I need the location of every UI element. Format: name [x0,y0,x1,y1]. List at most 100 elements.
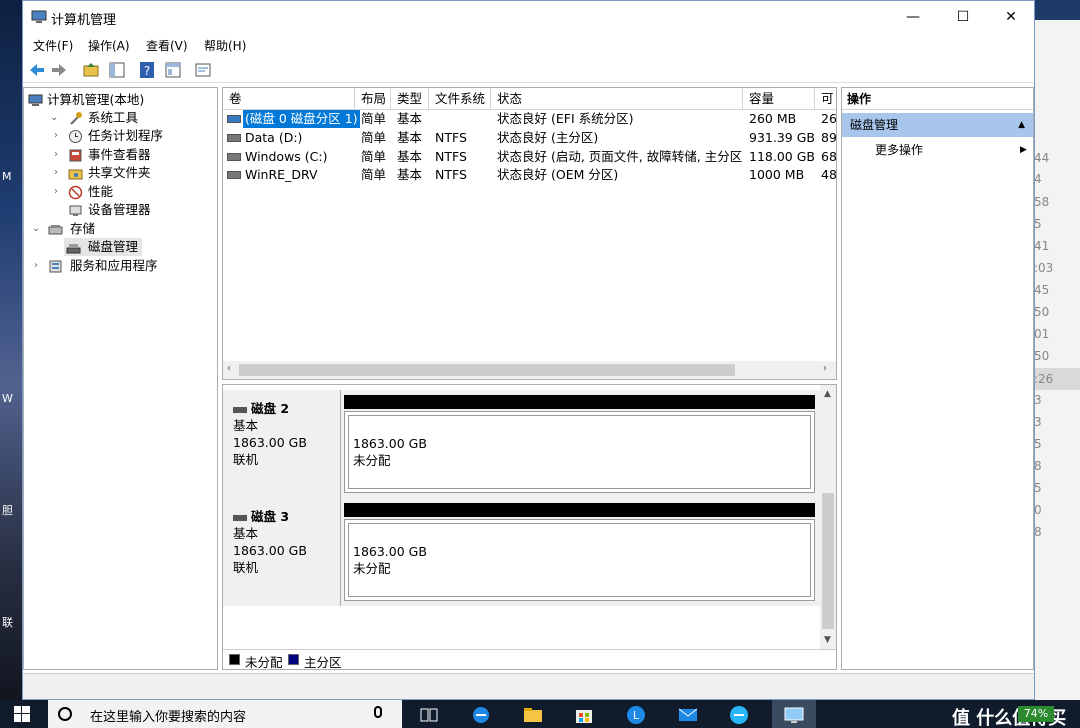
tree-label: 任务计划程序 [88,128,164,143]
menu-action[interactable]: 操作(A) [88,37,130,54]
tree-label: 事件查看器 [88,147,151,162]
tree-label: 性能 [88,184,114,199]
title-bar[interactable]: 计算机管理 — ☐ ✕ [23,1,1034,33]
up-folder-icon[interactable] [81,60,101,80]
scrollbar-thumb[interactable] [822,493,834,629]
desktop-left-strip: M W 胆 联 [0,0,22,700]
disk-type: 基本 [233,418,259,433]
forward-arrow-icon[interactable] [49,60,69,80]
disk-name-line: 磁盘 2 [233,400,340,417]
menu-view[interactable]: 查看(V) [146,37,188,54]
tree-label: 存储 [70,221,96,236]
volume-filesystem: NTFS [435,149,467,164]
expand-chevron-icon[interactable]: › [54,127,64,145]
microphone-icon[interactable] [374,706,382,718]
menu-bar: 文件(F) 操作(A) 查看(V) 帮助(H) [23,33,1034,55]
disk-panel[interactable]: 磁盘 3 基本 1863.00 GB 联机 1863.00 GB 未分配 [223,498,820,606]
bg-number: 44 [1034,151,1050,165]
menu-file[interactable]: 文件(F) [33,37,73,54]
menu-help[interactable]: 帮助(H) [204,37,246,54]
file-explorer-icon[interactable] [522,704,544,726]
task-view-icon[interactable] [418,704,440,726]
bg-number: 45 [1034,283,1050,297]
disk-size: 1863.00 GB [233,543,307,558]
edge-browser-icon[interactable] [470,704,492,726]
expand-chevron-icon[interactable]: › [54,146,64,164]
bg-number: 5 [1034,217,1042,231]
battery-indicator[interactable]: 74% [1018,706,1054,722]
column-header-capacity[interactable]: 容量 [743,88,815,110]
vertical-scrollbar[interactable]: ▲ ▼ [820,385,836,649]
console-icon[interactable] [193,60,213,80]
expand-chevron-icon[interactable]: › [54,183,64,201]
scroll-down-icon[interactable]: ▼ [824,635,831,645]
properties-icon[interactable] [163,60,183,80]
disk-info: 磁盘 3 基本 1863.00 GB 联机 [223,498,341,606]
bg-number: 58 [1034,195,1050,209]
scroll-right-icon[interactable]: › [823,363,827,374]
tree-item-disk-management[interactable]: 磁盘管理 [64,238,142,256]
partition-block[interactable]: 1863.00 GB 未分配 [344,519,815,601]
storage-icon [48,225,63,235]
help-icon[interactable]: ? [137,60,157,80]
bg-number: 41 [1034,239,1050,253]
bg-number: :03 [1034,261,1054,275]
volume-capacity: 118.00 GB [749,149,815,164]
volume-row[interactable]: WinRE_DRV 简单 基本 NTFS 状态良好 (OEM 分区) 1000 … [223,166,836,184]
svg-text:L: L [633,709,640,722]
collapse-chevron-icon[interactable]: ⌄ [50,109,60,127]
bg-number: 5 [1034,481,1042,495]
partition-block[interactable]: 1863.00 GB 未分配 [344,411,815,493]
windows-start-icon[interactable] [14,706,30,722]
column-header-type[interactable]: 类型 [391,88,429,110]
minimize-button[interactable]: — [890,1,936,33]
disk-name: 磁盘 3 [250,509,290,524]
column-header-free[interactable]: 可 [815,88,836,110]
partition-inner: 1863.00 GB 未分配 [348,523,811,597]
store-icon[interactable] [573,704,595,726]
taskbar-computer-management[interactable] [772,700,816,728]
volume-list-header: 卷 布局 类型 文件系统 状态 容量 可 [223,88,836,110]
column-header-volume[interactable]: 卷 [223,88,355,110]
bg-number: 3 [1034,415,1042,429]
bg-number: 5 [1034,437,1042,451]
collapse-up-icon[interactable]: ▲ [1018,113,1025,137]
volume-status: 状态良好 (主分区) [497,130,599,145]
collapse-chevron-icon[interactable]: ⌄ [32,220,42,238]
tree-label: 磁盘管理 [88,239,139,254]
volume-row[interactable]: Windows (C:) 简单 基本 NTFS 状态良好 (启动, 页面文件, … [223,148,836,166]
disk-panel[interactable]: 磁盘 2 基本 1863.00 GB 联机 1863.00 GB 未分配 [223,390,820,498]
expand-chevron-icon[interactable]: › [34,257,44,275]
column-header-status[interactable]: 状态 [491,88,743,110]
unallocated-bar [344,503,815,517]
back-arrow-icon[interactable] [27,60,47,80]
ie-browser-icon[interactable] [728,704,750,726]
scroll-left-icon[interactable]: ‹ [227,363,231,374]
unallocated-bar [344,395,815,409]
scroll-up-icon[interactable]: ▲ [824,389,831,399]
taskbar-search-box[interactable]: 在这里输入你要搜索的内容 [48,700,402,728]
volume-row[interactable]: (磁盘 0 磁盘分区 1) 简单 基本 状态良好 (EFI 系统分区) 260 … [223,110,836,128]
horizontal-scrollbar[interactable]: ‹ › [223,361,836,379]
bg-number: 8 [1034,525,1042,539]
volume-capacity: 260 MB [749,111,797,126]
app-l-icon[interactable]: L [625,704,647,726]
column-header-layout[interactable]: 布局 [355,88,391,110]
legend-swatch-unallocated [229,654,240,665]
scrollbar-thumb[interactable] [239,364,735,376]
more-actions-link[interactable]: 更多操作 [875,141,923,159]
window-title: 计算机管理 [51,13,117,28]
volume-row[interactable]: Data (D:) 简单 基本 NTFS 状态良好 (主分区) 931.39 G… [223,129,836,147]
close-button[interactable]: ✕ [988,1,1034,33]
computer-management-window: 计算机管理 — ☐ ✕ 文件(F) 操作(A) 查看(V) 帮助(H) ? 计算… [22,0,1035,700]
navigation-tree: 计算机管理(本地) ⌄ 系统工具 › 任务计划程序 › 事件查看器 › 共享文件… [23,87,218,670]
submenu-arrow-icon[interactable]: ▶ [1020,141,1027,159]
maximize-button[interactable]: ☐ [940,1,986,33]
mail-icon[interactable] [677,704,699,726]
disk-graphical-view: 磁盘 2 基本 1863.00 GB 联机 1863.00 GB 未分配 磁盘 … [222,384,837,670]
volume-free: 26 [821,111,837,126]
show-hide-tree-icon[interactable] [107,60,127,80]
expand-chevron-icon[interactable]: › [54,164,64,182]
column-header-filesystem[interactable]: 文件系统 [429,88,491,110]
actions-section-disk-management[interactable]: 磁盘管理 ▲ [842,113,1033,137]
